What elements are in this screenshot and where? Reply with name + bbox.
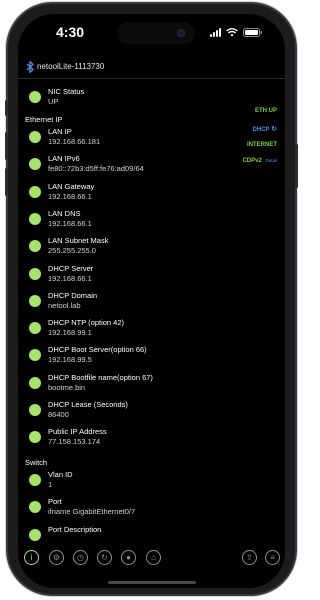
list-item: DHCP NTP (option 42) 192.168.99.1 [29,318,229,342]
record-icon[interactable]: ● [121,550,136,565]
list-item: DHCP Bootfile name(option 67) bootme.bin [29,373,229,397]
row-label: LAN IP [48,127,72,136]
device-name[interactable]: netoolLite-1113730 [37,62,104,71]
row-label: DHCP NTP (option 42) [48,318,125,328]
row-label: Port [48,497,62,507]
list-item: LAN IP 192.168.66.181 [29,127,229,151]
status-dot-icon [29,431,41,444]
status-dot-icon [29,212,41,225]
nic-status-row: NIC Status UP [29,87,229,111]
row-value: 192.168.66.1 [48,273,92,283]
row-value: 86400 [48,410,69,419]
row-label: DHCP Boot Server(option 66) [48,345,147,355]
status-icons [210,28,263,37]
status-dot-icon [29,131,41,143]
home-indicator [108,581,196,584]
bluetooth-icon[interactable] [25,60,35,74]
list-item: DHCP Lease (Seconds) 86400 [29,400,229,424]
list-item: LAN DNS 192.168.66.1 [29,209,229,233]
row-value: 192.168.99.5 [48,355,92,365]
status-dot-icon [29,91,41,103]
settings-icon[interactable]: ⚙ [49,550,64,565]
info-icon[interactable]: i [24,550,39,565]
row-label: DHCP Domain [48,290,98,300]
list-item: LAN IPv6 fe80::72b3:d5ff:fe76:ad09/64 [29,154,229,178]
cdp-status-label: CDPv2 [242,158,262,164]
section-title-ethernet: Ethernet IP [25,115,63,124]
row-label: Port Description [48,524,102,534]
status-dot-icon [29,240,41,253]
history-icon[interactable]: ◷ [73,550,88,565]
volume-down-button [5,168,8,196]
list-item: Vlan ID 1 [29,470,229,494]
row-label: LAN DNS [48,208,81,218]
row-value: ifname GigabitEthernet0/7 [48,507,136,517]
status-dot-icon [29,349,41,362]
row-label: Public IP Address [48,427,107,437]
battery-icon [243,28,262,37]
list-item: DHCP Domain netool.lab [29,291,229,315]
side-button-left [5,100,8,116]
status-dot-icon [29,501,41,514]
cdp-status: CDPv2 Detail [242,158,277,164]
row-value: netool.lab [48,300,81,310]
app-header: netoolLite-1113730 [18,58,285,79]
camera-icon [177,29,185,37]
status-time: 4:30 [56,24,85,40]
status-bar: 4:30 [18,14,285,54]
list-item: Port Description [29,525,229,549]
row-value: UP [48,97,59,106]
row-label: LAN Subnet Mask [48,236,109,246]
row-label: LAN IPv6 [48,154,80,164]
status-dot-icon [29,294,41,307]
dynamic-island [117,22,195,44]
list-icon[interactable]: ≡ [265,550,280,565]
row-value: 192.168.99.1 [48,328,92,338]
status-dot-icon [29,267,41,280]
status-dot-icon [29,185,41,198]
status-dot-icon [29,528,41,541]
wifi-icon [226,28,238,37]
row-label: LAN Gateway [48,181,95,191]
row-value: 1 [48,480,53,489]
list-item: LAN Gateway 192.168.66.1 [29,182,229,206]
status-dot-icon [29,322,41,335]
list-item: LAN Subnet Mask 255.255.255.0 [29,236,229,260]
section-title-switch: Switch [25,458,48,467]
status-dot-icon [29,376,41,389]
refresh-icon[interactable]: ↻ [97,550,112,565]
row-value: 192.168.66.1 [48,191,92,201]
row-label: DHCP Server [48,263,94,273]
list-item: DHCP Server 192.168.66.1 [29,264,229,288]
row-value: 255.255.255.0 [48,246,96,256]
row-value: 77.158.153.174 [48,437,101,447]
share-icon[interactable]: ⇪ [242,550,257,565]
eth-up-status: ETH UP [254,108,277,114]
volume-up-button [5,132,8,160]
row-value: 192.168.66.1 [48,218,92,228]
row-value: fe80::72b3:d5ff:fe76:ad09/64 [48,164,144,174]
power-button [295,144,298,188]
cdp-detail-link[interactable]: Detail [265,158,277,163]
dhcp-status: DHCP ↻ [253,125,277,133]
row-label: Vlan ID [48,470,73,479]
dhcp-status-label: DHCP [252,127,270,133]
tab-bar: i ⚙ ◷ ↻ ● ⌂ ⇪ ≡ [18,550,285,576]
screen: 4:30 netoolLite-1113730 NIC Status UP Et… [18,14,285,588]
row-label: NIC Status [48,87,85,96]
row-label: DHCP Lease (Seconds) [48,400,128,409]
status-dot-icon [29,474,41,486]
list-item: Port ifname GigabitEthernet0/7 [29,497,229,521]
row-value: bootme.bin [48,382,86,392]
status-dot-icon [29,158,41,171]
row-label: DHCP Bootfile name(option 67) [48,372,153,382]
list-item: DHCP Boot Server(option 66) 192.168.99.5 [29,345,229,369]
dhcp-refresh-icon[interactable]: ↻ [271,126,277,133]
cellular-signal-icon [210,28,221,37]
tag-icon[interactable]: ⌂ [146,550,161,565]
list-item: Public IP Address 77.158.153.174 [29,427,229,451]
row-value: 192.168.66.181 [48,137,101,146]
status-dot-icon [29,404,41,416]
internet-status: INTERNET [247,142,277,148]
